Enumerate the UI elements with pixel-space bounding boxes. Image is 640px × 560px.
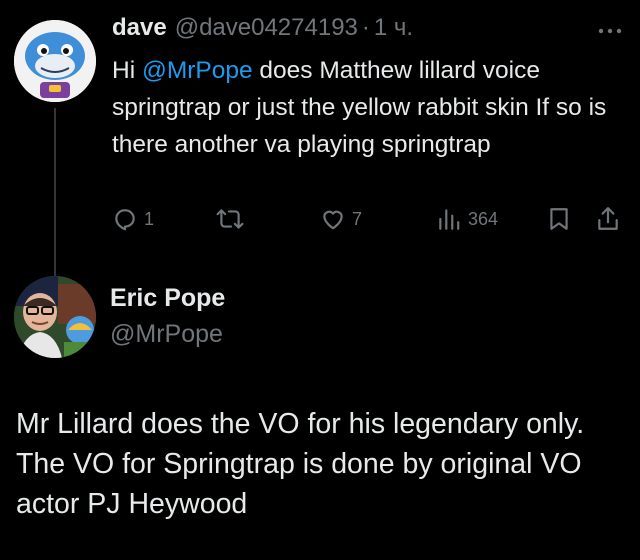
thread-line — [54, 108, 56, 278]
original-tweet[interactable]: dave @dave04274193 · 1 ч. Hi @MrPope doe… — [0, 0, 640, 278]
avatar[interactable] — [14, 20, 96, 102]
like-count: 7 — [352, 208, 363, 229]
retweet-button[interactable] — [216, 206, 250, 232]
bookmark-button[interactable] — [548, 206, 570, 232]
like-button[interactable]: 7 — [320, 206, 362, 232]
avatar-image — [14, 20, 96, 102]
heart-icon — [323, 210, 343, 230]
tweet-header: dave @dave04274193 · 1 ч. — [112, 14, 413, 42]
action-bar: 1 7 364 — [0, 200, 640, 240]
reply-tweet[interactable]: Eric Pope @MrPope Mr Lillard does the VO… — [0, 270, 640, 560]
mention-link[interactable]: @MrPope — [142, 57, 253, 84]
reply-count: 1 — [144, 208, 155, 229]
views-count: 364 — [468, 208, 499, 229]
share-button[interactable] — [596, 206, 620, 232]
views-button[interactable]: 364 — [436, 206, 498, 232]
views-icon — [439, 209, 460, 230]
avatar[interactable] — [14, 276, 96, 358]
share-icon — [598, 207, 618, 230]
bookmark-icon — [550, 208, 568, 230]
retweet-icon — [216, 209, 244, 229]
reply-icon — [115, 209, 135, 231]
display-name[interactable]: dave — [112, 14, 167, 42]
reply-text: Mr Lillard does the VO for his legendary… — [16, 408, 585, 520]
timestamp[interactable]: 1 ч. — [374, 14, 413, 42]
avatar-image — [14, 276, 96, 358]
tweet-text: Hi @MrPope does Matthew lillard voice sp… — [112, 52, 612, 163]
separator: · — [361, 14, 370, 41]
handle[interactable]: @dave04274193 — [175, 14, 358, 42]
more-icon[interactable] — [596, 26, 624, 36]
display-name[interactable]: Eric Pope — [110, 284, 225, 313]
handle[interactable]: @MrPope — [110, 320, 223, 349]
tweet-text-greeting: Hi — [112, 57, 142, 84]
reply-button[interactable]: 1 — [112, 206, 154, 232]
